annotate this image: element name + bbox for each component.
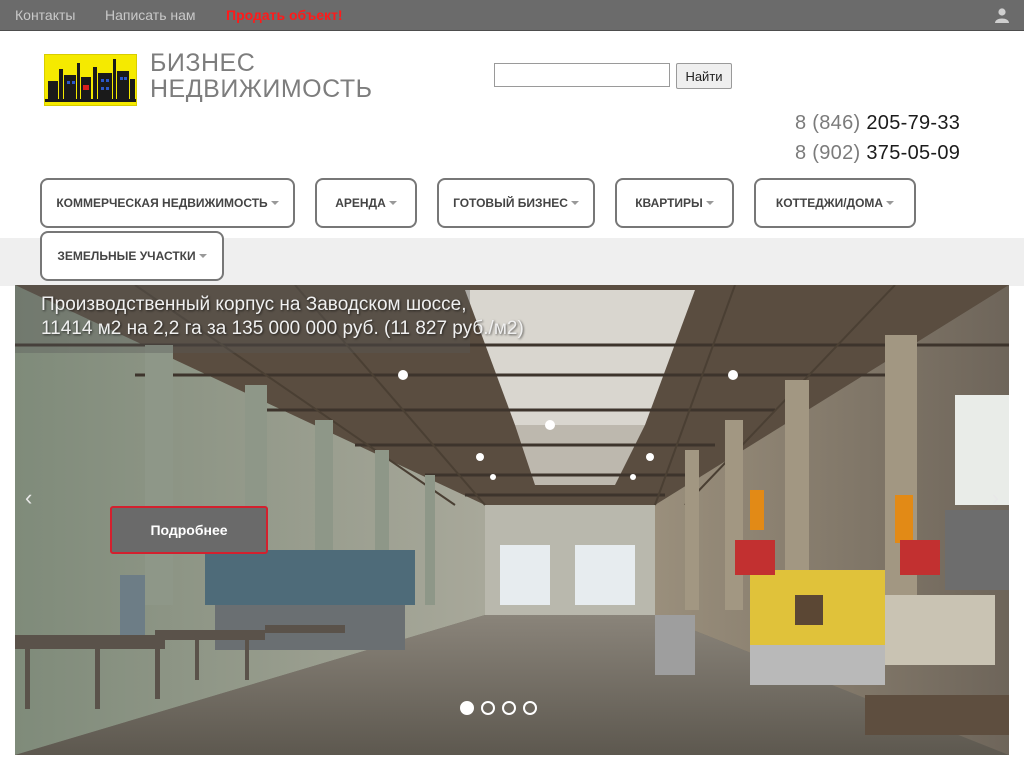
caret-down-icon bbox=[270, 201, 279, 205]
slide-dot-1[interactable] bbox=[460, 701, 474, 715]
search-button[interactable]: Найти bbox=[676, 63, 732, 89]
slide-caption-line-1: Производственный корпус на Заводском шос… bbox=[41, 294, 467, 315]
nav-rent-label: Аренда bbox=[335, 196, 386, 210]
phone-2[interactable]: 8 (902) 375-05-09 bbox=[795, 142, 960, 165]
caret-down-icon bbox=[198, 254, 207, 258]
brand-name[interactable]: БИЗНЕС НЕДВИЖИМОСТЬ bbox=[150, 50, 373, 102]
caret-down-icon bbox=[388, 201, 397, 205]
prev-slide-icon[interactable]: ‹ bbox=[25, 485, 32, 511]
user-icon[interactable] bbox=[994, 7, 1010, 23]
nav-land-plots-label: Земельные участки bbox=[57, 249, 196, 263]
logo[interactable] bbox=[44, 54, 137, 106]
nav-ready-business-label: Готовый бизнес bbox=[453, 196, 568, 210]
hero-slider[interactable]: Производственный корпус на Заводском шос… bbox=[15, 285, 1009, 755]
nav-rent[interactable]: Аренда bbox=[315, 178, 417, 228]
top-bar: Контакты Написать нам Продать объект! bbox=[0, 0, 1024, 31]
phone-2-code: 8 (902) bbox=[795, 142, 861, 164]
nav-apartments[interactable]: Квартиры bbox=[615, 178, 734, 228]
write-us-link[interactable]: Написать нам bbox=[105, 7, 196, 23]
slider-pagination bbox=[460, 701, 544, 715]
factory-logo-icon bbox=[45, 55, 136, 105]
caret-down-icon bbox=[886, 201, 895, 205]
nav-apartments-label: Квартиры bbox=[635, 196, 703, 210]
nav-commercial-realty[interactable]: Коммерческая недвижимость bbox=[40, 178, 295, 228]
caret-down-icon bbox=[705, 201, 714, 205]
contacts-link[interactable]: Контакты bbox=[15, 7, 75, 23]
nav-cottages-houses[interactable]: Коттеджи/Дома bbox=[754, 178, 916, 228]
phone-1[interactable]: 8 (846) 205-79-33 bbox=[795, 112, 960, 135]
slide-dot-2[interactable] bbox=[481, 701, 495, 715]
slide-caption[interactable]: Производственный корпус на Заводском шос… bbox=[41, 293, 524, 341]
caret-down-icon bbox=[570, 201, 579, 205]
nav-land-plots[interactable]: Земельные участки bbox=[40, 231, 224, 281]
nav-ready-business[interactable]: Готовый бизнес bbox=[437, 178, 595, 228]
phone-1-number: 205-79-33 bbox=[866, 112, 961, 134]
nav-cottages-houses-label: Коттеджи/Дома bbox=[775, 196, 884, 210]
next-slide-icon[interactable]: › bbox=[992, 485, 999, 511]
nav-commercial-realty-label: Коммерческая недвижимость bbox=[56, 196, 268, 210]
slide-dot-4[interactable] bbox=[523, 701, 537, 715]
phone-2-number: 375-05-09 bbox=[866, 142, 961, 164]
slide-caption-line-2: 11414 м2 на 2,2 га за 135 000 000 руб. (… bbox=[41, 318, 524, 339]
search-input[interactable] bbox=[494, 63, 670, 87]
slide-dot-3[interactable] bbox=[502, 701, 516, 715]
brand-line-2: НЕДВИЖИМОСТЬ bbox=[150, 75, 373, 103]
brand-line-1: БИЗНЕС bbox=[150, 49, 256, 77]
phone-1-code: 8 (846) bbox=[795, 112, 861, 134]
sell-object-link[interactable]: Продать объект! bbox=[226, 7, 343, 23]
more-details-button[interactable]: Подробнее bbox=[110, 506, 268, 554]
